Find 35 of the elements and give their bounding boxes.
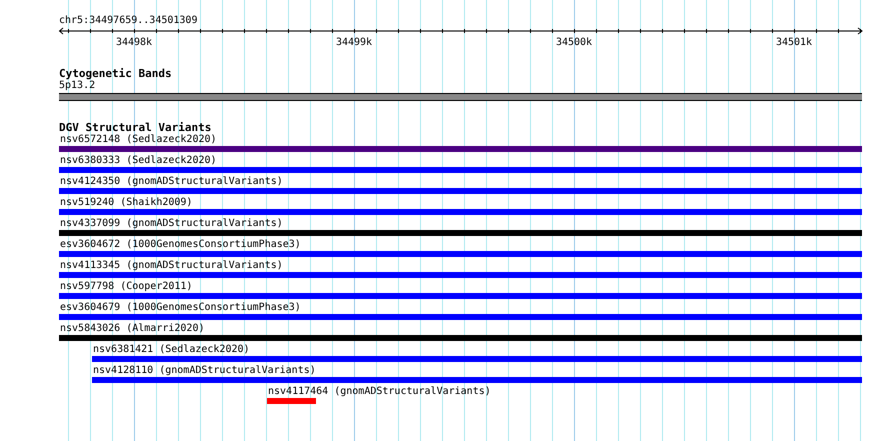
variant-bar[interactable] bbox=[59, 209, 862, 215]
variant-label: nsv6381421 (Sedlazeck2020) bbox=[93, 344, 250, 356]
cytoband-bar[interactable] bbox=[59, 93, 862, 101]
variant-bar[interactable] bbox=[92, 377, 862, 383]
variant-label: nsv6380333 (Sedlazeck2020) bbox=[60, 155, 217, 167]
tick-label: 34499k bbox=[336, 37, 372, 48]
variant-label: nsv4124350 (gnomADStructuralVariants) bbox=[60, 176, 283, 188]
variant-bar[interactable] bbox=[59, 188, 862, 194]
tick-label: 34501k bbox=[776, 37, 812, 48]
position-label: chr5:34497659..34501309 bbox=[59, 15, 198, 27]
variant-label: nsv4113345 (gnomADStructuralVariants) bbox=[60, 260, 283, 272]
tick-label: 34500k bbox=[556, 37, 592, 48]
variant-label: esv3604672 (1000GenomesConsortiumPhase3) bbox=[60, 239, 301, 251]
variant-bar[interactable] bbox=[59, 272, 862, 278]
variant-bar[interactable] bbox=[59, 167, 862, 173]
variant-label: nsv597798 (Cooper2011) bbox=[60, 281, 192, 293]
variant-bar[interactable] bbox=[59, 146, 862, 152]
variant-bar[interactable] bbox=[59, 335, 862, 341]
variant-label: esv3604679 (1000GenomesConsortiumPhase3) bbox=[60, 302, 301, 314]
variant-bar[interactable] bbox=[92, 356, 862, 362]
track-title: DGV Structural Variants bbox=[59, 122, 212, 134]
variant-bar[interactable] bbox=[267, 398, 316, 404]
variant-label: nsv4117464 (gnomADStructuralVariants) bbox=[268, 386, 491, 398]
variant-label: nsv5843026 (Almarri2020) bbox=[60, 323, 204, 335]
variant-bar[interactable] bbox=[59, 314, 862, 320]
variant-bar[interactable] bbox=[59, 230, 862, 236]
variant-bar[interactable] bbox=[59, 251, 862, 257]
variant-bar[interactable] bbox=[59, 293, 862, 299]
variant-label: nsv6572148 (Sedlazeck2020) bbox=[60, 134, 217, 146]
track-title: Cytogenetic Bands bbox=[59, 68, 172, 80]
variant-label: nsv4128110 (gnomADStructuralVariants) bbox=[93, 365, 316, 377]
variant-label: nsv4337099 (gnomADStructuralVariants) bbox=[60, 218, 283, 230]
tick-label: 34498k bbox=[116, 37, 152, 48]
band-label: 5p13.2 bbox=[59, 80, 96, 92]
variant-label: nsv519240 (Shaikh2009) bbox=[60, 197, 192, 209]
